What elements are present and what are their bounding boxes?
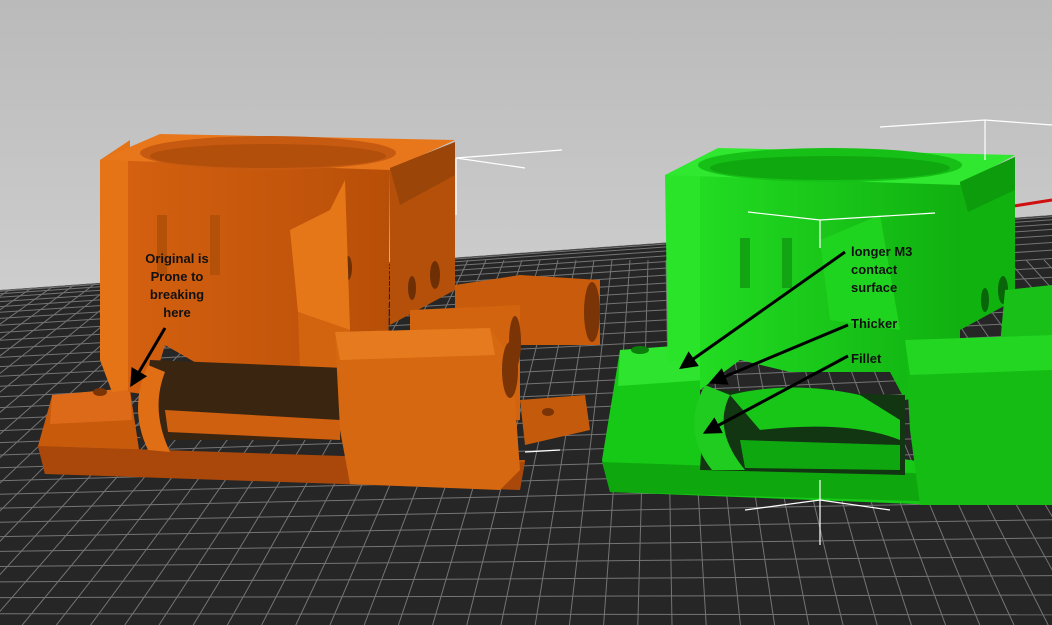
longer-contact-note: longer M3 contact surface (851, 243, 951, 297)
longer-contact-line-2: contact (851, 262, 898, 277)
thicker-note: Thicker (851, 316, 898, 331)
longer-contact-line-1: longer M3 (851, 244, 913, 259)
original-note-line-2: Prone to (150, 269, 204, 284)
original-note-line-3: breaking (149, 287, 205, 302)
original-note-line-1: Original is (145, 251, 209, 266)
original-note-line-4: here (163, 305, 191, 320)
longer-contact-line-3: surface (851, 280, 898, 295)
fillet-note: Fillet (851, 351, 882, 366)
original-break-note: Original is Prone to breaking here (128, 250, 226, 322)
